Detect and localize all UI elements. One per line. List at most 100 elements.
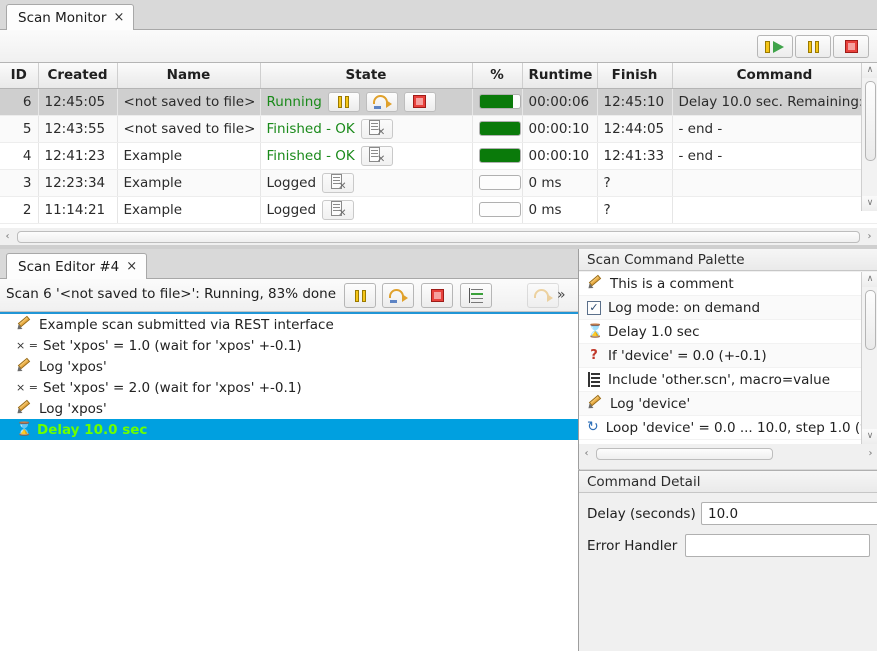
cell-command (672, 169, 877, 197)
palette-item-label: Log mode: on demand (608, 299, 761, 316)
stop-icon (430, 289, 444, 302)
tab-scan-monitor[interactable]: Scan Monitor × (6, 4, 135, 30)
remove-document-icon: ✕ (368, 120, 385, 138)
scan-command-list[interactable]: Example scan submitted via REST interfac… (0, 312, 578, 651)
editor-step-button[interactable] (382, 283, 414, 308)
row-stop-button[interactable] (403, 91, 436, 112)
palette-horizontal-scrollbar[interactable]: ‹ › (579, 445, 877, 462)
resume-button[interactable] (757, 35, 793, 58)
palette-item[interactable]: ? If 'device' = 0.0 (+-0.1) (579, 344, 861, 368)
close-icon[interactable]: × (113, 11, 124, 24)
outline-icon (468, 287, 485, 304)
row-pause-button[interactable] (327, 91, 360, 112)
cell-command: Delay 10.0 sec. Remaining:.. (672, 88, 877, 116)
palette-item-label: Log 'device' (610, 395, 691, 412)
monitor-toolbar (0, 30, 877, 63)
close-icon[interactable]: × (126, 260, 137, 273)
cell-percent (472, 88, 523, 116)
scan-command-label: Set 'xpos' = 2.0 (wait for 'xpos' +-0.1) (43, 379, 302, 396)
hourglass-icon: ⌛ (587, 324, 604, 339)
tab-scan-editor[interactable]: Scan Editor #4 × (6, 253, 148, 279)
table-row[interactable]: 4 12:41:23 Example Finished - OK ✕ 00:00:10 12… (0, 142, 877, 170)
table-row[interactable]: 3 12:23:34 Example Logged ✕ 0 ms? (0, 169, 877, 197)
toolbar-overflow-icon[interactable]: » (557, 287, 566, 303)
palette-item-label: This is a comment (610, 275, 734, 292)
scroll-down-icon[interactable]: ∨ (862, 429, 877, 444)
resume-icon (765, 40, 785, 53)
palette-item[interactable]: ↻ Loop 'device' = 0.0 ... 10.0, step 1.0 … (579, 416, 861, 440)
vscroll-thumb[interactable] (865, 290, 876, 350)
palette-item[interactable]: Include 'other.scn', macro=value (579, 368, 861, 392)
column-header-runtime[interactable]: Runtime (522, 63, 598, 89)
cell-name: Example (117, 169, 261, 197)
scan-command-row[interactable]: Log 'xpos' (0, 398, 578, 419)
row-remove-button[interactable]: ✕ (322, 172, 355, 193)
hscroll-thumb[interactable] (596, 448, 773, 460)
scan-command-row[interactable]: Example scan submitted via REST interfac… (0, 314, 578, 335)
cell-finish: ? (597, 196, 673, 224)
scroll-right-icon[interactable]: › (863, 445, 877, 462)
cell-name: <not saved to file> (117, 88, 261, 116)
pause-icon (807, 40, 820, 53)
detail-fields: Delay (seconds) Error Handler (579, 502, 877, 557)
detail-field-input[interactable] (685, 534, 871, 557)
palette-vertical-scrollbar[interactable]: ∧ ∨ (861, 272, 877, 444)
palette-title: Scan Command Palette (579, 249, 877, 271)
scroll-right-icon[interactable]: › (862, 228, 877, 245)
scan-command-row[interactable]: × = Set 'xpos' = 1.0 (wait for 'xpos' +-0… (0, 335, 578, 356)
cell-created: 12:41:23 (38, 142, 118, 170)
cell-command: - end - (672, 115, 877, 143)
palette-item[interactable]: ✓ Log mode: on demand (579, 296, 861, 320)
palette-item[interactable]: Log 'device' (579, 392, 861, 416)
progress-bar (478, 121, 521, 136)
column-header-name[interactable]: Name (117, 63, 261, 89)
pause-icon (337, 95, 350, 108)
scroll-down-icon[interactable]: ∨ (862, 196, 877, 211)
scan-command-row[interactable]: Log 'xpos' (0, 356, 578, 377)
row-step-button[interactable] (365, 91, 398, 112)
palette-list[interactable]: This is a comment ✓ Log mode: on demand ⌛ De… (579, 272, 861, 444)
pause-button[interactable] (795, 35, 831, 58)
table-vertical-scrollbar[interactable]: ∧ ∨ (861, 63, 877, 211)
scroll-left-icon[interactable]: ‹ (579, 445, 594, 462)
editor-undo-button[interactable] (527, 283, 559, 308)
scroll-left-icon[interactable]: ‹ (0, 228, 15, 245)
scan-command-row[interactable]: ⌛ Delay 10.0 sec (0, 419, 578, 440)
column-header-command[interactable]: Command (672, 63, 877, 89)
set-variable-icon: × = (16, 380, 38, 394)
scroll-up-icon[interactable]: ∧ (862, 272, 877, 287)
detail-field-input[interactable] (701, 502, 877, 525)
palette-item[interactable]: ⌛ Delay 1.0 sec (579, 320, 861, 344)
row-remove-button[interactable]: ✕ (360, 118, 393, 139)
scroll-up-icon[interactable]: ∧ (862, 63, 877, 78)
scan-table: ID Created Name State % Runtime Finish C… (0, 63, 877, 228)
table-horizontal-scrollbar[interactable]: ‹ › (0, 228, 877, 245)
vscroll-thumb[interactable] (865, 81, 876, 161)
table-row[interactable]: 6 12:45:05 <not saved to file> Running 00:00… (0, 88, 877, 116)
table-row[interactable]: 5 12:43:55 <not saved to file> Finished - O… (0, 115, 877, 143)
remove-document-icon: ✕ (368, 147, 385, 165)
cell-finish: 12:45:10 (597, 88, 673, 116)
column-header-state[interactable]: State (260, 63, 473, 89)
abort-button[interactable] (833, 35, 869, 58)
editor-outline-button[interactable] (460, 283, 492, 308)
monitor-tabstrip: Scan Monitor × (0, 0, 877, 30)
table-row[interactable]: 2 11:14:21 Example Logged ✕ 0 ms? (0, 196, 877, 224)
row-remove-button[interactable]: ✕ (322, 199, 355, 220)
row-remove-button[interactable]: ✕ (360, 145, 393, 166)
cell-percent (472, 115, 523, 143)
column-header-percent[interactable]: % (472, 63, 523, 89)
state-cell-content: Finished - OK ✕ (267, 116, 466, 142)
column-header-created[interactable]: Created (38, 63, 118, 89)
column-header-id[interactable]: ID (0, 63, 39, 89)
editor-pause-button[interactable] (344, 283, 376, 308)
editor-stop-button[interactable] (421, 283, 453, 308)
palette-item-label: Include 'other.scn', macro=value (608, 371, 831, 388)
palette-item-label: If 'device' = 0.0 (+-0.1) (608, 347, 767, 364)
column-header-finish[interactable]: Finish (597, 63, 673, 89)
scan-command-row[interactable]: × = Set 'xpos' = 2.0 (wait for 'xpos' +-0… (0, 377, 578, 398)
hscroll-thumb[interactable] (17, 231, 860, 243)
cell-id: 4 (0, 142, 39, 170)
cell-runtime: 00:00:10 (522, 142, 598, 170)
palette-item[interactable]: This is a comment (579, 272, 861, 296)
